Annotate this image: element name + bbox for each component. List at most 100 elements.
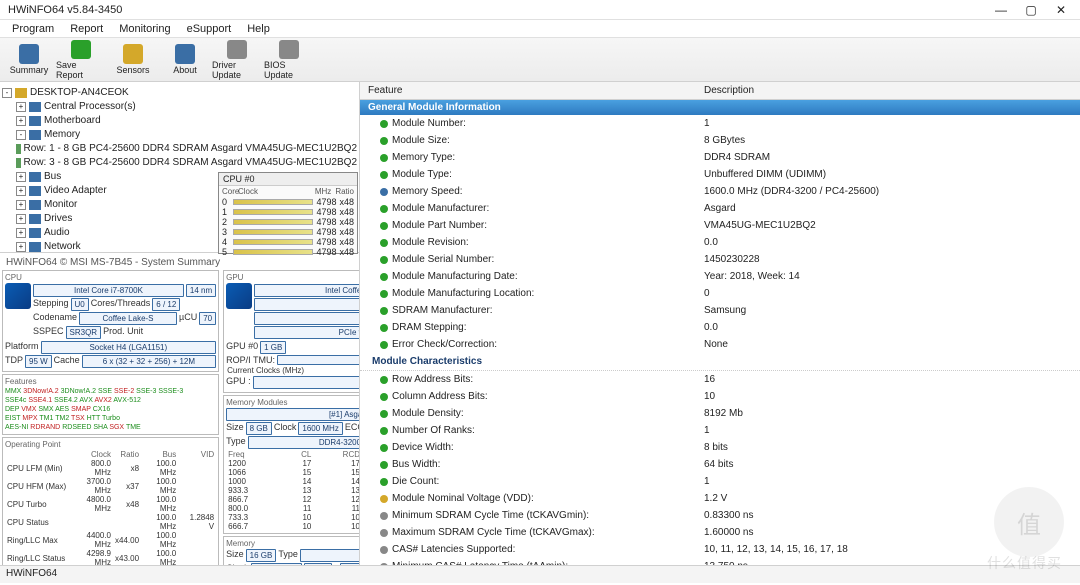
row-icon	[380, 154, 388, 162]
toolbar: SummarySave ReportSensorsAboutDriver Upd…	[0, 38, 1080, 82]
table-row[interactable]: Memory Speed:1600.0 MHz (DDR4-3200 / PC4…	[360, 183, 1080, 200]
row-icon	[380, 495, 388, 503]
row-icon	[380, 444, 388, 452]
summary-title: HWiNFO64 © MSI MS-7B45 - System Summary	[2, 255, 357, 270]
table-row[interactable]: Module Density:8192 Mb	[360, 405, 1080, 422]
memory-modules-group: Memory Modules [#1] Asgard VMA45UG-MEC1U…	[223, 395, 359, 534]
tree-item[interactable]: Row: 3 - 8 GB PC4-25600 DDR4 SDRAM Asgar…	[2, 156, 357, 170]
menu-monitoring[interactable]: Monitoring	[111, 21, 178, 37]
row-icon	[380, 546, 388, 554]
save-icon	[71, 40, 91, 59]
system-summary: HWiNFO64 © MSI MS-7B45 - System Summary …	[0, 252, 359, 565]
expand-icon[interactable]: +	[16, 228, 26, 238]
maximize-button[interactable]: ▢	[1016, 3, 1046, 17]
expand-icon[interactable]: -	[16, 130, 26, 140]
table-row[interactable]: Bus Width:64 bits	[360, 456, 1080, 473]
tree-item[interactable]: Row: 1 - 8 GB PC4-25600 DDR4 SDRAM Asgar…	[2, 142, 357, 156]
row-icon	[380, 478, 388, 486]
table-header: Feature Description	[360, 82, 1080, 100]
core-row: 54798x48	[219, 247, 357, 257]
cpu-clock-panel[interactable]: CPU #0 Core Clock MHz Ratio 04798x481479…	[218, 172, 358, 254]
table-row[interactable]: Memory Type:DDR4 SDRAM	[360, 149, 1080, 166]
table-row[interactable]: Module Number:1	[360, 115, 1080, 132]
row-icon	[380, 171, 388, 179]
core-row: 24798x48	[219, 217, 357, 227]
toolbar-save[interactable]: Save Report	[56, 40, 106, 80]
row-icon	[380, 324, 388, 332]
table-row[interactable]: Module Manufacturing Location:0	[360, 285, 1080, 302]
toolbar-summary[interactable]: Summary	[4, 40, 54, 80]
row-icon	[380, 239, 388, 247]
features-group: Features MMX 3DNow!A.2 3DNow!A.2 SSE SSE…	[2, 374, 219, 435]
toolbar-about[interactable]: About	[160, 40, 210, 80]
menubar: Program Report Monitoring eSupport Help	[0, 20, 1080, 38]
memory-group: Memory Size16 GBTypeDDR4 SDRAM Clock1649…	[223, 536, 359, 565]
table-row[interactable]: Module Serial Number:1450230228	[360, 251, 1080, 268]
menu-help[interactable]: Help	[239, 21, 278, 37]
row-icon	[380, 461, 388, 469]
watermark-icon: 值	[994, 487, 1064, 557]
table-row[interactable]: Module Size:8 GBytes	[360, 132, 1080, 149]
cpu-panel-title: CPU #0	[219, 173, 357, 186]
table-row[interactable]: Minimum CAS# Latency Time (tAAmin):13.75…	[360, 558, 1080, 565]
table-row[interactable]: Module Part Number:VMA45UG-MEC1U2BQ2	[360, 217, 1080, 234]
row-icon	[380, 273, 388, 281]
sensors-icon	[123, 44, 143, 64]
tree-item[interactable]: +Motherboard	[2, 114, 357, 128]
expand-icon[interactable]: +	[16, 214, 26, 224]
expand-icon[interactable]: +	[16, 242, 26, 252]
table-row[interactable]: Error Check/Correction:None	[360, 336, 1080, 353]
table-row[interactable]: Module Nominal Voltage (VDD):1.2 V	[360, 490, 1080, 507]
operating-point-group: Operating Point ClockRatioBusVIDCPU LFM …	[2, 437, 219, 565]
table-row[interactable]: Module Manufacturer:Asgard	[360, 200, 1080, 217]
statusbar: HWiNFO64	[0, 565, 1080, 583]
table-row[interactable]: Column Address Bits:10	[360, 388, 1080, 405]
table-row[interactable]: SDRAM Manufacturer:Samsung	[360, 302, 1080, 319]
row-icon	[380, 137, 388, 145]
core-row: 34798x48	[219, 227, 357, 237]
table-row[interactable]: Module Type:Unbuffered DIMM (UDIMM)	[360, 166, 1080, 183]
minimize-button[interactable]: —	[986, 3, 1016, 17]
row-icon	[380, 256, 388, 264]
table-row[interactable]: DRAM Stepping:0.0	[360, 319, 1080, 336]
about-icon	[175, 44, 195, 64]
row-icon	[380, 222, 388, 230]
toolbar-sensors[interactable]: Sensors	[108, 40, 158, 80]
table-row[interactable]: CAS# Latencies Supported:10, 11, 12, 13,…	[360, 541, 1080, 558]
toolbar-biosupd[interactable]: BIOS Update	[264, 40, 314, 80]
menu-report[interactable]: Report	[62, 21, 111, 37]
table-row[interactable]: Device Width:8 bits	[360, 439, 1080, 456]
table-row[interactable]: Die Count:1	[360, 473, 1080, 490]
expand-icon[interactable]: +	[16, 102, 26, 112]
row-icon	[380, 393, 388, 401]
col-feature[interactable]: Feature	[360, 85, 700, 96]
tree-item[interactable]: +Central Processor(s)	[2, 100, 357, 114]
expand-icon[interactable]: +	[16, 116, 26, 126]
drvupd-icon	[227, 40, 247, 59]
menu-program[interactable]: Program	[4, 21, 62, 37]
expand-icon[interactable]: +	[16, 172, 26, 182]
tree-root[interactable]: -DESKTOP-AN4CEOK	[2, 86, 357, 100]
table-row[interactable]: Minimum SDRAM Cycle Time (tCKAVGmin):0.8…	[360, 507, 1080, 524]
table-row[interactable]: Row Address Bits:16	[360, 371, 1080, 388]
expand-icon[interactable]: +	[16, 186, 26, 196]
table-body[interactable]: General Module Information Module Number…	[360, 100, 1080, 565]
row-icon	[380, 376, 388, 384]
close-button[interactable]: ✕	[1046, 3, 1076, 17]
row-icon	[380, 290, 388, 298]
cpu-group: CPU Intel Core i7-8700K14 nm SteppingU0C…	[2, 270, 219, 372]
row-icon	[380, 410, 388, 418]
toolbar-drvupd[interactable]: Driver Update	[212, 40, 262, 80]
tree-item[interactable]: -Memory	[2, 128, 357, 142]
core-row: 44798x48	[219, 237, 357, 247]
table-row[interactable]: Module Revision:0.0	[360, 234, 1080, 251]
col-description[interactable]: Description	[700, 85, 1080, 96]
expand-icon[interactable]: +	[16, 200, 26, 210]
watermark-text: 什么值得买	[987, 553, 1062, 573]
table-row[interactable]: Number Of Ranks:1	[360, 422, 1080, 439]
row-icon	[380, 188, 388, 196]
table-row[interactable]: Maximum SDRAM Cycle Time (tCKAVGmax):1.6…	[360, 524, 1080, 541]
table-row[interactable]: Module Manufacturing Date:Year: 2018, We…	[360, 268, 1080, 285]
window-title: HWiNFO64 v5.84-3450	[8, 4, 986, 16]
menu-esupport[interactable]: eSupport	[179, 21, 240, 37]
